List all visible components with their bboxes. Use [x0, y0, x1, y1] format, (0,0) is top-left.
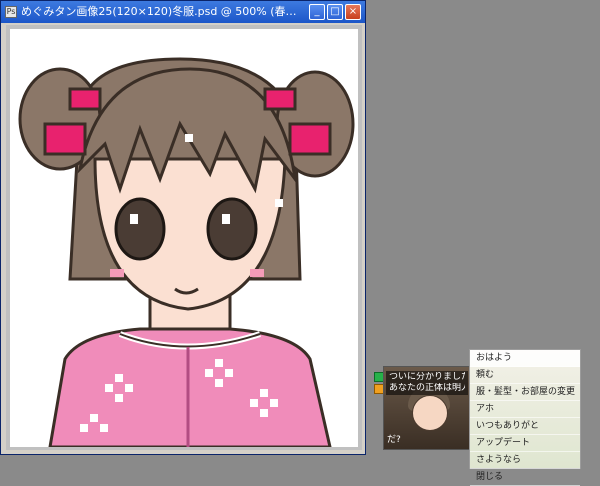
menu-item-thanks[interactable]: いつもありがと	[470, 418, 580, 435]
window-titlebar[interactable]: Ps めぐみタン画像25(120×120)冬服.psd @ 500% (春ピンク…	[1, 1, 365, 23]
pixel-art-girl	[18, 57, 355, 447]
preview-caption: だ?	[387, 435, 401, 445]
preview-message-line1: ついに分かりました。	[389, 372, 465, 382]
menu-item-label: さようなら	[476, 455, 522, 465]
menu-item-label: アホ	[476, 404, 495, 414]
menu-item-label: 頼む	[476, 370, 495, 380]
preview-message-box: ついに分かりました。 あなたの正体は明人で	[386, 371, 468, 395]
menu-item-aho[interactable]: アホ	[470, 401, 580, 418]
character-preview-window[interactable]: ついに分かりました。 あなたの正体は明人で だ?	[383, 366, 471, 450]
image-canvas[interactable]	[10, 29, 358, 447]
app-icon: Ps	[5, 6, 17, 18]
preview-message-line2: あなたの正体は明人で	[389, 383, 465, 393]
close-button[interactable]: ×	[345, 4, 361, 20]
canvas-area	[6, 25, 362, 450]
preview-character-face	[412, 395, 448, 431]
menu-item-label: 閉じる	[476, 472, 504, 482]
character-context-menu: おはよう 頼む 服・髪型・お部屋の変更 アホ いつもありがと アップデート さよ…	[469, 349, 581, 486]
menu-item-label: いつもありがと	[476, 421, 540, 431]
menu-item-change-outfit[interactable]: 服・髪型・お部屋の変更	[470, 384, 580, 401]
window-title: めぐみタン画像25(120×120)冬服.psd @ 500% (春ピンクフード…	[21, 5, 309, 18]
menu-item-label: アップデート	[476, 438, 531, 448]
menu-item-update[interactable]: アップデート	[470, 435, 580, 452]
menu-item-close[interactable]: 閉じる	[470, 469, 580, 486]
document-window: Ps めぐみタン画像25(120×120)冬服.psd @ 500% (春ピンク…	[0, 0, 366, 455]
menu-item-label: おはよう	[476, 353, 513, 363]
maximize-button[interactable]: □	[327, 4, 343, 20]
minimize-button[interactable]: _	[309, 4, 325, 20]
menu-item-good-morning[interactable]: おはよう	[470, 350, 580, 367]
menu-item-request[interactable]: 頼む	[470, 367, 580, 384]
menu-item-label: 服・髪型・お部屋の変更	[476, 387, 576, 397]
menu-item-goodbye[interactable]: さようなら	[470, 452, 580, 469]
